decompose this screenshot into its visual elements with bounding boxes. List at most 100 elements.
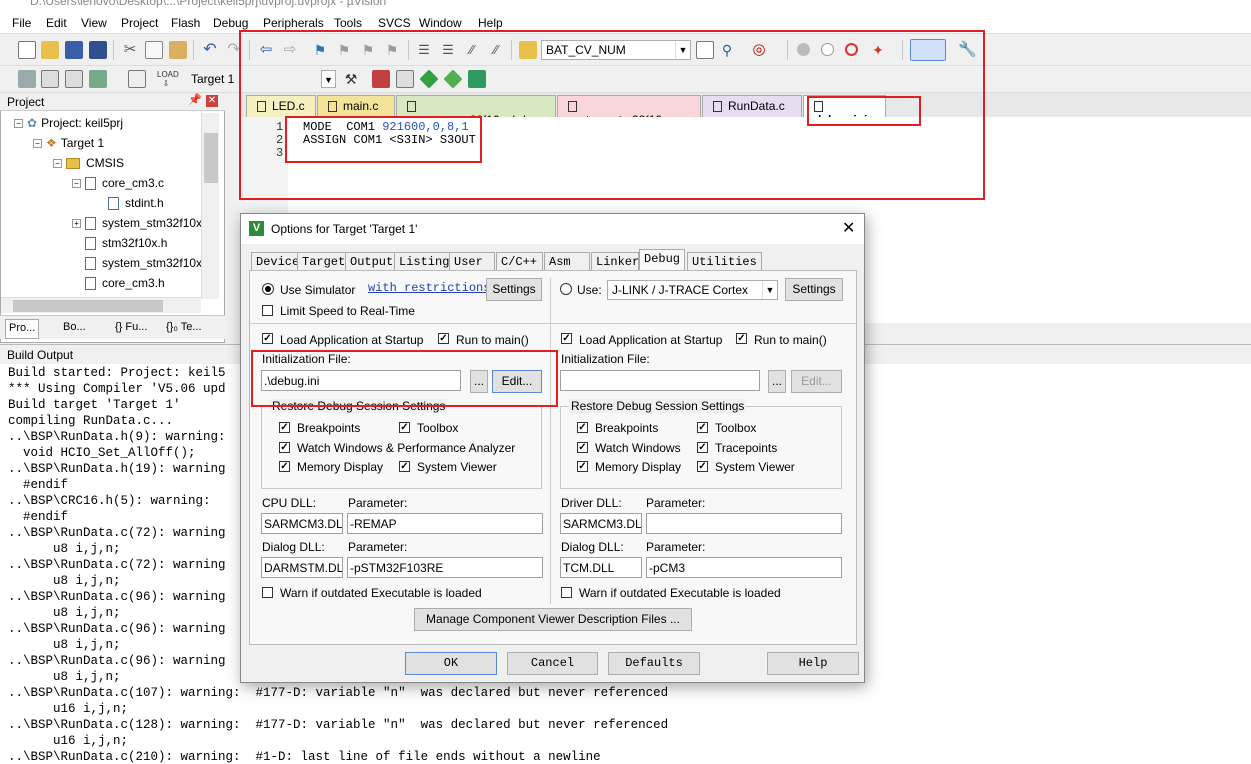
rebuild-icon[interactable] [65, 70, 83, 88]
menu-file[interactable]: File [12, 16, 31, 30]
ok-button[interactable]: OK [405, 652, 497, 675]
scroll-thumb[interactable] [204, 133, 218, 183]
toolbox-checkbox[interactable]: ✓ [399, 422, 410, 433]
project-vscrollbar[interactable] [201, 113, 219, 299]
tree-item-target[interactable]: − ❖ Target 1 [33, 136, 104, 150]
collapse-icon[interactable]: − [14, 119, 23, 129]
debugger-settings-button[interactable]: Settings [785, 278, 843, 301]
tree-item-file[interactable]: stm32f10x.h [85, 236, 167, 251]
paste-icon[interactable] [169, 41, 187, 59]
memory-display-checkbox[interactable]: ✓ [279, 461, 290, 472]
tree-item-file[interactable]: stdint.h [108, 196, 164, 211]
close-icon[interactable]: ✕ [842, 218, 855, 238]
driver-dll-input[interactable]: SARMCM3.DLL [560, 513, 642, 534]
cpu-dll-input[interactable]: SARMCM3.DLL [261, 513, 343, 534]
tab-user[interactable]: User [449, 252, 495, 271]
menu-window[interactable]: Window [419, 16, 462, 30]
use-simulator-radio[interactable] [262, 283, 274, 295]
tab-utilities[interactable]: Utilities [687, 252, 762, 271]
menu-help[interactable]: Help [478, 16, 503, 30]
defaults-button[interactable]: Defaults [608, 652, 700, 675]
simulator-settings-button[interactable]: Settings [486, 278, 542, 301]
cpu-param-input[interactable]: -REMAP [347, 513, 543, 534]
init-file-browse-button-right[interactable]: ... [768, 370, 786, 393]
tab-target[interactable]: Target [297, 252, 351, 271]
chevron-down-icon[interactable]: ▼ [762, 281, 777, 299]
undo-icon[interactable]: ↶ [201, 41, 219, 59]
translate-icon[interactable] [18, 70, 36, 88]
project-hscrollbar[interactable] [1, 297, 201, 313]
tracepoints-checkbox[interactable]: ✓ [697, 442, 708, 453]
dialog-param-input-right[interactable]: -pCM3 [646, 557, 842, 578]
close-icon[interactable]: ✕ [206, 95, 218, 107]
watch-windows-checkbox[interactable]: ✓ [279, 442, 290, 453]
tab-output[interactable]: Output [345, 252, 399, 271]
load-app-checkbox[interactable]: ✓ [262, 333, 273, 344]
tab-listing[interactable]: Listing [394, 252, 455, 271]
tab-functions[interactable]: {} Fu... [112, 319, 150, 339]
tree-item-project[interactable]: − ✿ Project: keil5prj [14, 116, 123, 130]
limit-speed-checkbox[interactable] [262, 305, 273, 316]
collapse-icon[interactable]: − [33, 139, 42, 149]
tree-item-file[interactable]: − core_cm3.c [72, 176, 164, 191]
collapse-icon[interactable]: − [72, 179, 81, 189]
debugger-select[interactable]: J-LINK / J-TRACE Cortex ▼ [607, 280, 778, 300]
tab-linker[interactable]: Linker [591, 252, 639, 271]
breakpoints-checkbox-right[interactable]: ✓ [577, 422, 588, 433]
save-icon[interactable] [65, 41, 83, 59]
tab-project[interactable]: Pro... [5, 319, 40, 339]
system-viewer-checkbox[interactable]: ✓ [399, 461, 410, 472]
warn-outdated-checkbox-right[interactable] [561, 587, 572, 598]
system-viewer-checkbox-right[interactable]: ✓ [697, 461, 708, 472]
menu-flash[interactable]: Flash [171, 16, 200, 30]
tab-templates[interactable]: {}₀ Te... [163, 319, 205, 339]
batch-build-icon[interactable] [89, 70, 107, 88]
memory-display-checkbox-right[interactable]: ✓ [577, 461, 588, 472]
pin-icon[interactable]: 📌 [188, 93, 202, 106]
dialog-dll-input-right[interactable]: TCM.DLL [560, 557, 642, 578]
menu-project[interactable]: Project [121, 16, 158, 30]
cut-icon[interactable]: ✂ [121, 41, 139, 59]
init-file-edit-button-right[interactable]: Edit... [791, 370, 842, 393]
run-main-checkbox-right[interactable]: ✓ [736, 333, 747, 344]
build-icon[interactable] [41, 70, 59, 88]
new-file-icon[interactable] [18, 41, 36, 59]
tree-item-file[interactable]: system_stm32f10x [85, 256, 202, 271]
toolbox-checkbox-right[interactable]: ✓ [697, 422, 708, 433]
tab-debug[interactable]: Debug [639, 249, 686, 271]
run-main-checkbox[interactable]: ✓ [438, 333, 449, 344]
manage-component-viewer-button[interactable]: Manage Component Viewer Description File… [414, 608, 692, 631]
tab-cc[interactable]: C/C++ [496, 252, 543, 271]
expand-icon[interactable]: + [72, 219, 81, 229]
breakpoints-checkbox[interactable]: ✓ [279, 422, 290, 433]
menu-debug[interactable]: Debug [213, 16, 248, 30]
tree-item-cmsis[interactable]: − CMSIS [53, 156, 124, 170]
tree-item-file[interactable]: core_cm3.h [85, 276, 165, 291]
menu-view[interactable]: View [81, 16, 107, 30]
save-all-icon[interactable] [89, 41, 107, 59]
help-button[interactable]: Help [767, 652, 859, 675]
download-icon[interactable]: LOAD ⇩ [157, 70, 179, 88]
open-folder-icon[interactable] [41, 41, 59, 59]
tree-item-file[interactable]: + system_stm32f10x [72, 216, 202, 231]
tab-asm[interactable]: Asm [544, 252, 590, 271]
tab-books[interactable]: Bo... [60, 319, 89, 339]
watch-windows-checkbox-right[interactable]: ✓ [577, 442, 588, 453]
cancel-button[interactable]: Cancel [507, 652, 598, 675]
menu-edit[interactable]: Edit [46, 16, 67, 30]
dialog-dll-input[interactable]: DARMSTM.DLL [261, 557, 343, 578]
driver-param-input[interactable] [646, 513, 842, 534]
scroll-thumb[interactable] [13, 300, 163, 312]
copy-icon[interactable] [145, 41, 163, 59]
with-restrictions-link[interactable]: with restrictions [368, 281, 490, 295]
stop-build-icon[interactable] [128, 70, 146, 88]
collapse-icon[interactable]: − [53, 159, 62, 169]
menu-peripherals[interactable]: Peripherals [263, 16, 324, 30]
menu-svcs[interactable]: SVCS [378, 16, 411, 30]
warn-outdated-checkbox[interactable] [262, 587, 273, 598]
menu-tools[interactable]: Tools [334, 16, 362, 30]
load-app-checkbox-right[interactable]: ✓ [561, 333, 572, 344]
use-debugger-radio[interactable] [560, 283, 572, 295]
init-file-input-right[interactable] [560, 370, 760, 391]
dialog-param-input[interactable]: -pSTM32F103RE [347, 557, 543, 578]
